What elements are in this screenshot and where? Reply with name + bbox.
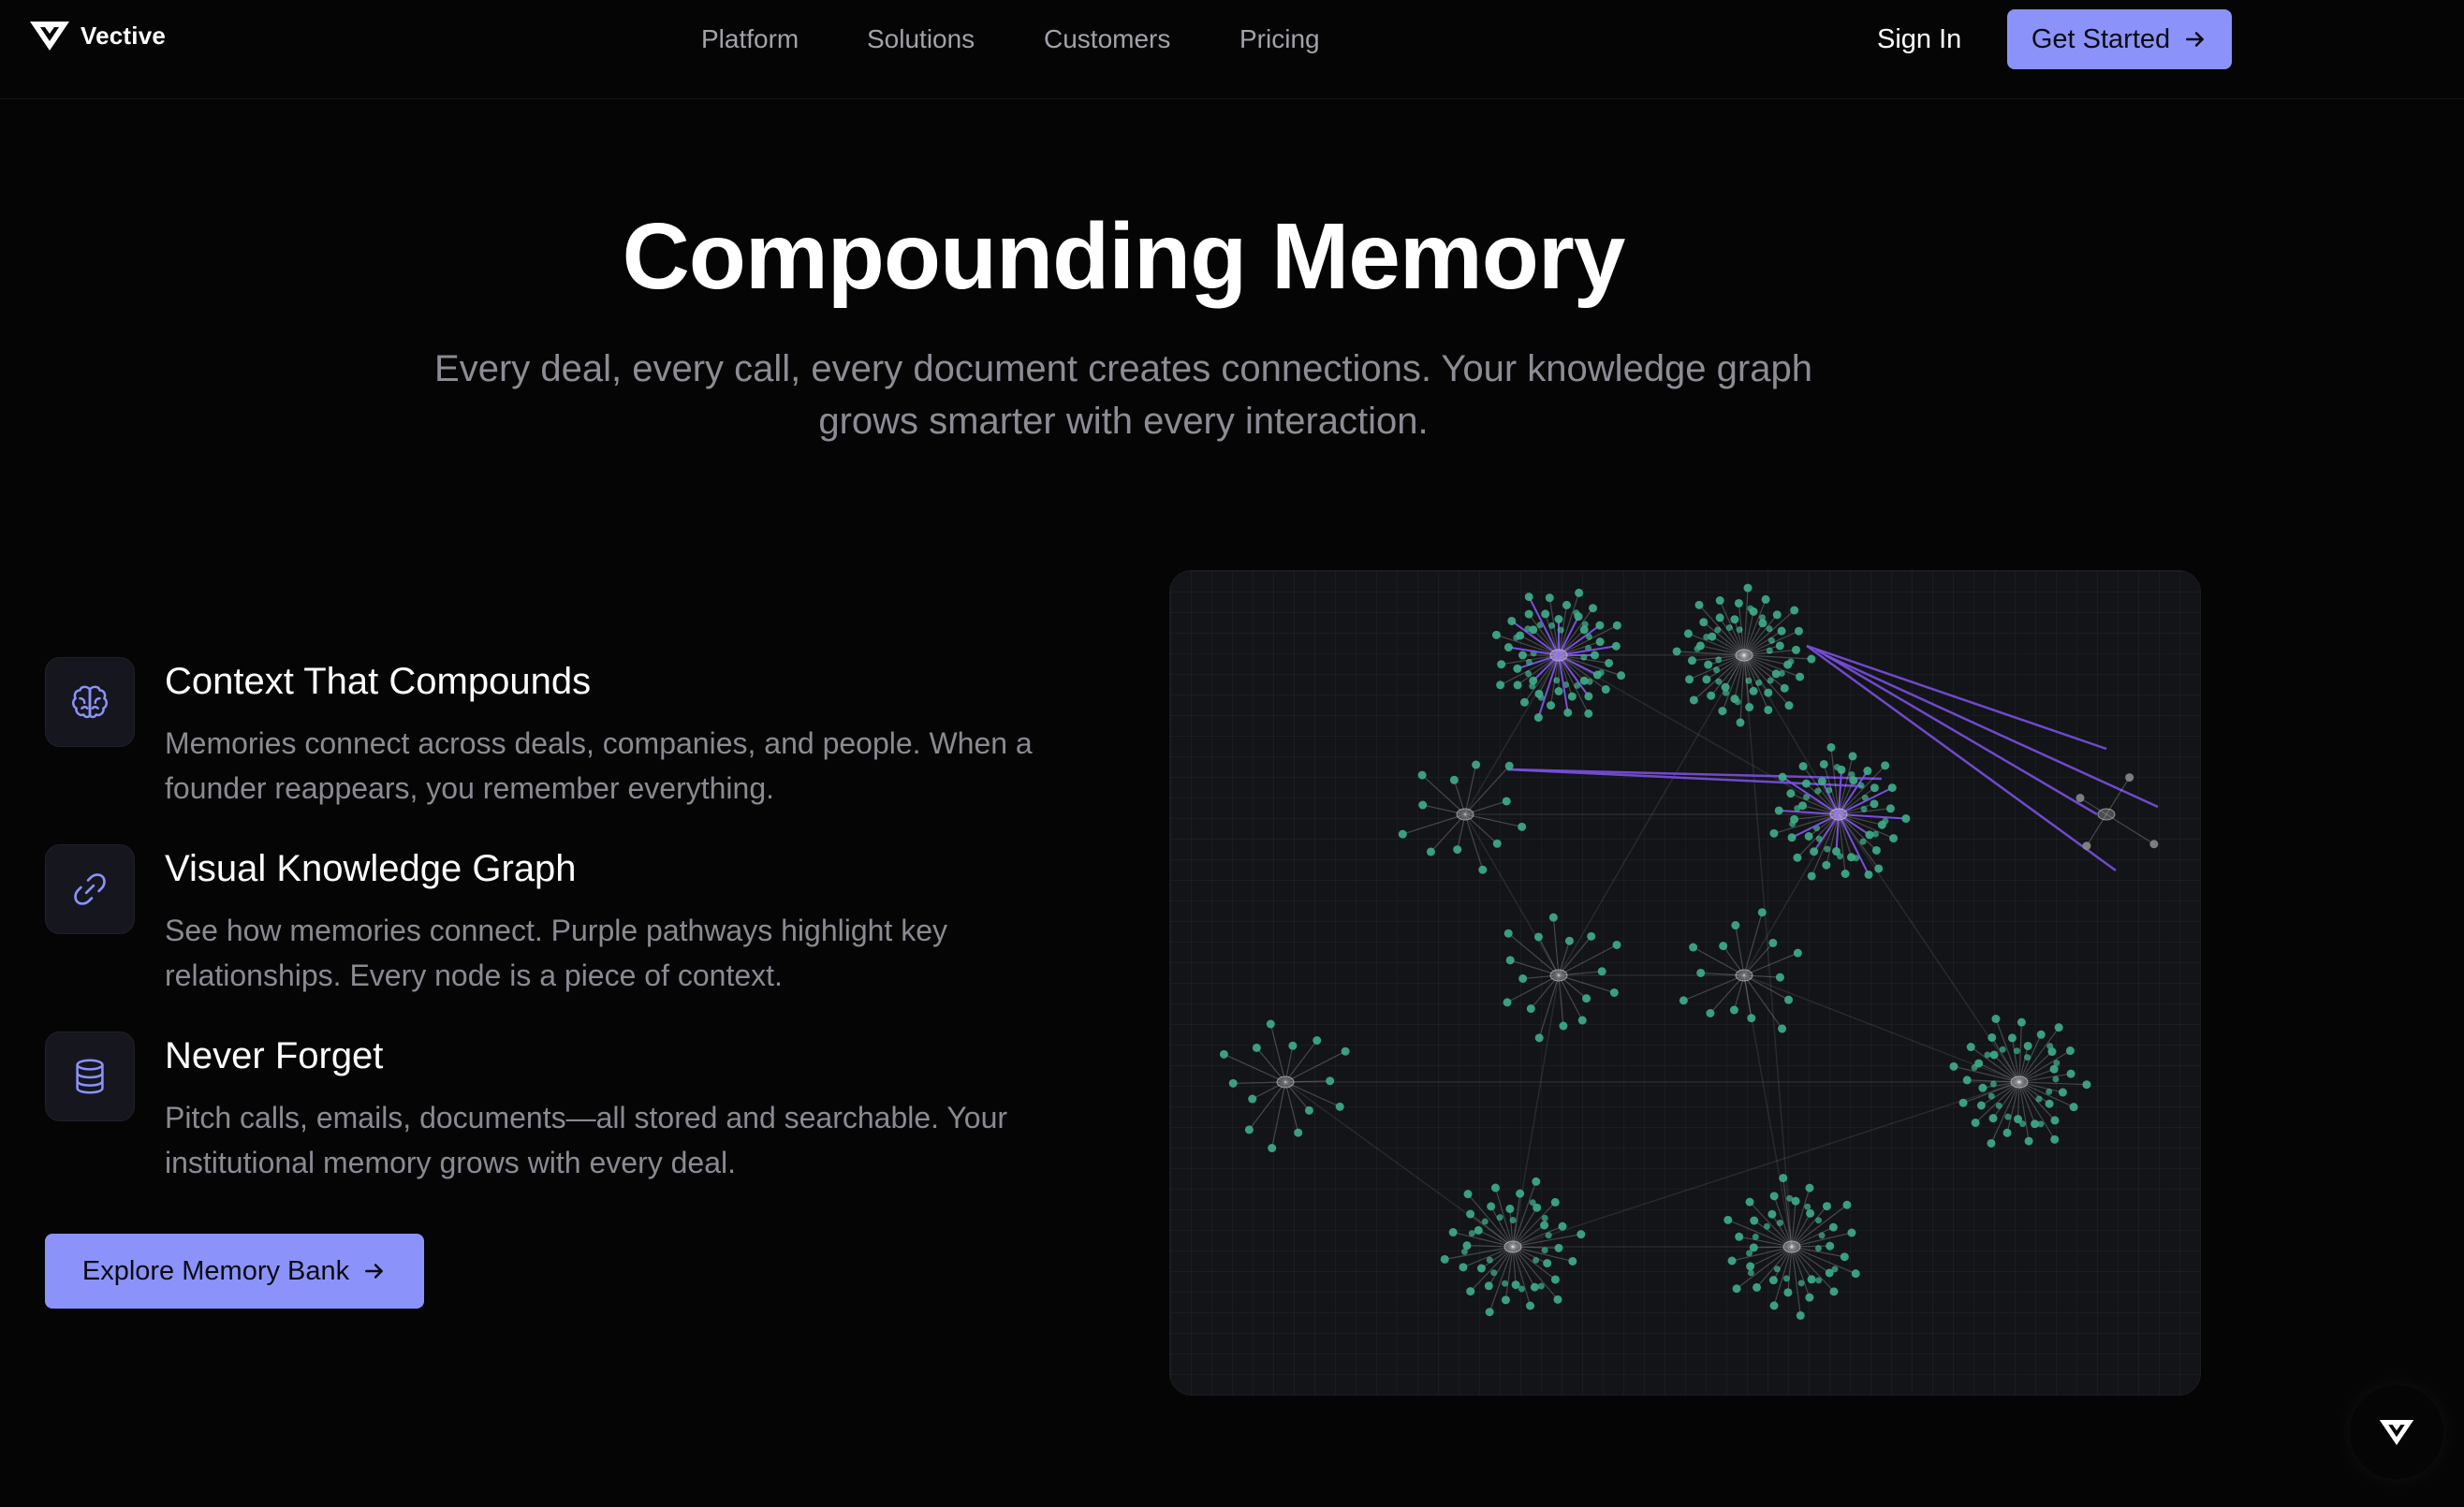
link-icon [74,873,106,905]
nav-link-customers[interactable]: Customers [1044,22,1170,56]
feature-title: Never Forget [165,1035,384,1076]
vective-logo-icon [30,22,69,51]
feature-icon-box [45,657,135,747]
brand-logo[interactable]: Vective [28,19,166,52]
nav-link-solutions[interactable]: Solutions [867,22,975,56]
brand-name: Vective [81,21,167,50]
nav-link-platform[interactable]: Platform [701,22,799,56]
feature-icon-box [45,844,135,934]
feature-title: Visual Knowledge Graph [165,848,577,889]
feature-icon-box [45,1031,135,1121]
feature-title: Context That Compounds [165,661,592,702]
graph-cluster [2075,773,2159,851]
graph-cluster [1949,1014,2091,1148]
brain-icon [72,685,108,719]
graph-edges [1284,654,2020,1248]
nav-link-pricing[interactable]: Pricing [1239,22,1320,56]
feature-description: Pitch calls, emails, documents—all store… [165,1101,1008,1179]
graph-cluster [1398,760,1527,874]
hero-subtitle: Every deal, every call, every document c… [434,348,1812,442]
vective-logo-icon [2379,1419,2414,1445]
graph-cluster [1769,742,1911,881]
get-started-button[interactable]: Get Started [2007,9,2232,69]
arrow-right-icon [365,1264,384,1279]
explore-memory-bank-label: Explore Memory Bank [81,1255,350,1286]
graph-cluster [1503,913,1621,1043]
knowledge-graph-visualization[interactable] [1169,570,2201,1396]
feature-description: See how memories connect. Purple pathway… [165,914,947,992]
get-started-label: Get Started [2031,23,2171,54]
feature-description: Memories connect across deals, companies… [165,726,1033,805]
hero-title: Compounding Memory [622,204,1626,309]
database-icon [76,1059,104,1094]
explore-memory-bank-button[interactable]: Explore Memory Bank [45,1234,424,1309]
arrow-right-icon [2186,32,2205,47]
floating-assistant-button[interactable] [2350,1385,2443,1479]
graph-cluster [1219,1019,1350,1153]
graph-cluster [1679,908,1802,1033]
top-navigation: Vective Platform Solutions Customers Pri… [0,0,2464,99]
knowledge-graph-canvas[interactable] [1170,571,2201,1396]
sign-in-link[interactable]: Sign In [1877,22,1961,56]
